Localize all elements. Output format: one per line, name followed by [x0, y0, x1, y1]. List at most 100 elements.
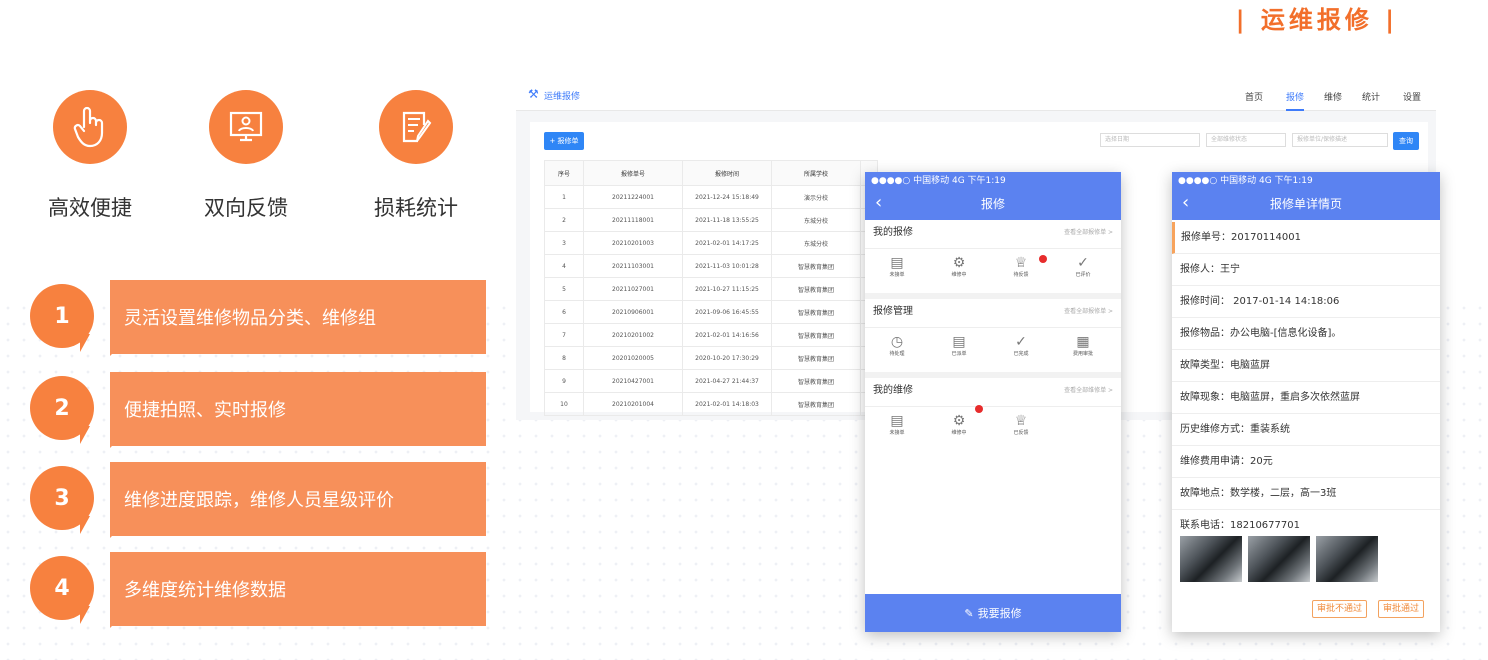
reject-button[interactable]: 审批不通过: [1312, 600, 1368, 618]
table-cell: 2021-12-24 15:18:49: [682, 185, 772, 209]
repair-photo[interactable]: [1180, 536, 1242, 582]
table-cell: 演示分校: [771, 185, 861, 209]
table-cell: 8: [544, 346, 584, 370]
table-cell: 20210906001: [583, 300, 683, 324]
table-cell: 智慧教育集团: [771, 369, 861, 393]
table-row[interactable]: 1 20211224001 2021-12-24 15:18:49 演示分校: [544, 185, 878, 209]
app-name: 运维报修: [544, 92, 581, 102]
to-process-item[interactable]: ◷ 待处理: [877, 334, 917, 357]
repair-photo[interactable]: [1316, 536, 1378, 582]
table-cell: 20210201002: [583, 323, 683, 347]
phone-header: ‹ 报修单详情页: [1172, 186, 1440, 220]
cost-approval-item[interactable]: ▦ 费用审批: [1063, 334, 1103, 357]
table-cell: 6: [544, 300, 584, 324]
view-all-link[interactable]: 查看全部报修单 >: [1064, 220, 1113, 246]
table-cell: 20211027001: [583, 277, 683, 301]
detail-list: 报修单号：20170114001 报修人：王宁 报修时间： 2017-01-14…: [1172, 220, 1440, 541]
table-cell: 2021-02-01 14:16:56: [682, 323, 772, 347]
phone-repair-detail: ●●●●○ 中国移动 4G 下午1:19 ‹ 报修单详情页 报修单号：20170…: [1172, 172, 1440, 632]
back-arrow-icon[interactable]: ‹: [1182, 192, 1189, 213]
orders-table: 序号 报修单号 报修时间 所属学校 1 20211224001 2021-12-24…: [544, 160, 878, 416]
benefit-text: 灵活设置维修物品分类、维修组: [110, 280, 486, 354]
benefit-number: 4: [30, 556, 94, 620]
monitor-user-icon: [209, 90, 283, 164]
date-filter[interactable]: 选择日期: [1100, 133, 1200, 147]
benefit-number: 1: [30, 284, 94, 348]
detail-row: 报修时间： 2017-01-14 14:18:06: [1172, 286, 1440, 318]
clock-icon: ◷: [890, 334, 904, 350]
icon-row: ▤ 未接单 ⚙ 维修中 ♕ 已反馈: [865, 405, 1121, 451]
in-repair-item[interactable]: ⚙ 维修中: [939, 413, 979, 436]
wrench-circle-icon: ⚙: [952, 255, 966, 271]
table-row[interactable]: 8 20201020005 2020-10-20 17:30:29 智慧教育集团: [544, 346, 878, 370]
table-row[interactable]: 2 20211118001 2021-11-18 13:55:25 东城分校: [544, 208, 878, 232]
wrench-circle-icon: ⚙: [952, 413, 966, 429]
table-cell: 9: [544, 369, 584, 393]
table-cell: 20201020005: [583, 346, 683, 370]
document-icon: ▤: [952, 334, 966, 350]
report-repair-button[interactable]: ✎ 我要报修: [865, 594, 1121, 632]
edit-icon: ✎: [964, 606, 974, 620]
table-row[interactable]: 4 20211103001 2021-11-03 10:01:28 智慧教育集团: [544, 254, 878, 278]
rated-item[interactable]: ✓ 已评价: [1063, 255, 1103, 278]
unaccepted-item[interactable]: ▤ 未接单: [877, 413, 917, 436]
desktop-header: ⚒ 运维报修 首页 报修 维修 统计 设置: [516, 80, 1436, 111]
section-repair-management: 报修管理 查看全部报修单 >: [865, 299, 1121, 328]
dispatched-item[interactable]: ▤ 已派单: [939, 334, 979, 357]
table-cell: 20211118001: [583, 208, 683, 232]
nav-home[interactable]: 首页: [1245, 90, 1263, 103]
table-row[interactable]: 5 20211027001 2021-10-27 11:15:25 智慧教育集团: [544, 277, 878, 301]
table-cell: 智慧教育集团: [771, 254, 861, 278]
repair-photo[interactable]: [1248, 536, 1310, 582]
table-cell: 2021-09-06 16:45:55: [682, 300, 772, 324]
phone-title: 报修单详情页: [1269, 196, 1342, 211]
table-row[interactable]: 3 20210201003 2021-02-01 14:17:25 东城分校: [544, 231, 878, 255]
table-cell: 20210201004: [583, 392, 683, 416]
add-order-button[interactable]: + 报修单: [544, 132, 584, 150]
table-cell: 1: [544, 185, 584, 209]
section-my-repairs: 我的报修 查看全部报修单 >: [865, 220, 1121, 249]
nav-repair[interactable]: 报修: [1286, 90, 1305, 111]
detail-row: 报修人：王宁: [1172, 254, 1440, 286]
notification-dot: [975, 405, 983, 413]
icon-row: ▤ 未接单 ⚙ 维修中 ♕ 待反馈 ✓ 已评价: [865, 249, 1121, 299]
table-cell: 20210427001: [583, 369, 683, 393]
fed-back-item[interactable]: ♕ 已反馈: [1001, 413, 1041, 436]
pending-feedback-item[interactable]: ♕ 待反馈: [1001, 255, 1041, 278]
icon-row: ◷ 待处理 ▤ 已派单 ✓ 已完成 ▦ 费用审批: [865, 328, 1121, 378]
status-filter[interactable]: 全部维修状态: [1206, 133, 1286, 147]
table-cell: 2: [544, 208, 584, 232]
table-cell: 5: [544, 277, 584, 301]
nav-settings[interactable]: 设置: [1403, 90, 1421, 103]
nav-maintain[interactable]: 维修: [1324, 90, 1342, 103]
notification-dot: [1039, 255, 1047, 263]
phone-title: 报修: [980, 196, 1005, 211]
search-input[interactable]: 报修单位/保修描述: [1292, 133, 1388, 147]
phone-header: ‹ 报修: [865, 186, 1121, 220]
table-row[interactable]: 6 20210906001 2021-09-06 16:45:55 智慧教育集团: [544, 300, 878, 324]
unaccepted-item[interactable]: ▤ 未接单: [877, 255, 917, 278]
feature-statistics: 损耗统计: [346, 90, 486, 222]
detail-row: 维修费用申请：20元: [1172, 446, 1440, 478]
query-button[interactable]: 查询: [1393, 132, 1419, 150]
approve-button[interactable]: 审批通过: [1378, 600, 1425, 618]
col-header: 序号: [544, 160, 584, 186]
in-repair-item[interactable]: ⚙ 维修中: [939, 255, 979, 278]
table-cell: 20211103001: [583, 254, 683, 278]
table-cell: 智慧教育集团: [771, 300, 861, 324]
check-circle-icon: ✓: [1077, 255, 1089, 271]
view-all-link[interactable]: 查看全部报修单 >: [1064, 299, 1113, 325]
nav-stats[interactable]: 统计: [1362, 90, 1380, 103]
table-cell: 2021-02-01 14:18:03: [682, 392, 772, 416]
table-row[interactable]: 10 20210201004 2021-02-01 14:18:03 智慧教育集团: [544, 392, 878, 416]
table-cell: 4: [544, 254, 584, 278]
back-arrow-icon[interactable]: ‹: [875, 192, 882, 213]
detail-row: 报修单号：20170114001: [1172, 222, 1440, 254]
table-row[interactable]: 7 20210201002 2021-02-01 14:16:56 智慧教育集团: [544, 323, 878, 347]
benefit-number: 2: [30, 376, 94, 440]
hand-pointer-icon: [53, 90, 127, 164]
view-all-link[interactable]: 查看全部维修单 >: [1064, 378, 1113, 404]
completed-item[interactable]: ✓ 已完成: [1001, 334, 1041, 357]
check-circle-icon: ✓: [1015, 334, 1027, 350]
table-row[interactable]: 9 20210427001 2021-04-27 21:44:37 智慧教育集团: [544, 369, 878, 393]
